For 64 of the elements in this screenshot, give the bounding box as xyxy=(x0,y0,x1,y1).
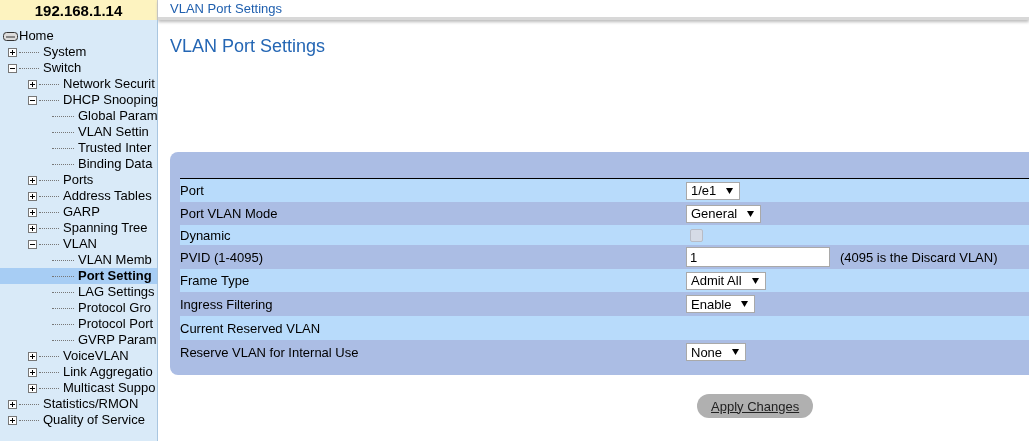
dropdown[interactable]: None xyxy=(686,343,747,361)
expand-icon[interactable] xyxy=(28,223,37,233)
expand-icon[interactable] xyxy=(8,47,17,57)
setting-label: Port VLAN Mode xyxy=(180,206,279,221)
caret-icon xyxy=(747,210,755,217)
field-note: (4095 is the Discard VLAN) xyxy=(840,249,998,265)
tree-item[interactable]: VLAN Settin xyxy=(0,124,157,140)
tree-item[interactable]: Statistics/RMON xyxy=(0,396,157,412)
setting-label: Reserve VLAN for Internal Use xyxy=(180,344,360,360)
tree-item[interactable]: VLAN Memb xyxy=(0,252,157,268)
apply-changes-button[interactable]: Apply Changes xyxy=(697,394,814,418)
dropdown[interactable]: General xyxy=(686,204,762,223)
caret-icon xyxy=(726,187,734,194)
setting-label: Port xyxy=(180,183,205,198)
dropdown[interactable]: Enable xyxy=(686,295,756,313)
tree-item[interactable]: Global Param xyxy=(0,108,157,124)
caret-icon xyxy=(732,349,740,355)
tree-item[interactable]: Multicast Suppo xyxy=(0,380,157,396)
expand-icon[interactable] xyxy=(8,399,17,409)
expand-icon[interactable] xyxy=(28,383,37,393)
breadcrumb: VLAN Port Settings xyxy=(158,0,1029,20)
tree-item[interactable]: Link Aggregatio xyxy=(0,364,157,380)
tree-item[interactable]: Quality of Service xyxy=(0,412,157,428)
tree-item[interactable]: System xyxy=(0,44,157,60)
tree-item[interactable]: GARP xyxy=(0,204,157,220)
dropdown[interactable]: Admit All xyxy=(686,271,766,290)
expand-icon[interactable] xyxy=(28,351,37,361)
tree-item[interactable]: GVRP Param xyxy=(0,332,157,348)
setting-label: Frame Type xyxy=(180,273,251,288)
tree-item[interactable]: Home xyxy=(0,28,157,44)
tree-item[interactable]: DHCP Snooping xyxy=(0,92,157,108)
tree-item[interactable]: VoiceVLAN xyxy=(0,348,157,364)
tree-item[interactable]: Port Setting xyxy=(0,268,157,284)
collapse-icon[interactable] xyxy=(28,95,37,105)
collapse-icon[interactable] xyxy=(28,239,37,249)
dropdown[interactable]: 1/e1 xyxy=(686,181,741,200)
expand-icon[interactable] xyxy=(8,415,17,425)
page-title: VLAN Port Settings xyxy=(170,36,327,57)
expand-icon[interactable] xyxy=(28,367,37,377)
tree-item[interactable]: Protocol Gro xyxy=(0,300,157,316)
expand-icon[interactable] xyxy=(28,207,37,217)
expand-icon[interactable] xyxy=(28,79,37,89)
expand-icon[interactable] xyxy=(28,191,37,201)
caret-icon xyxy=(741,301,749,307)
tree-item[interactable]: VLAN xyxy=(0,236,157,252)
tree-item[interactable]: Switch xyxy=(0,60,157,76)
drive-icon xyxy=(3,31,18,41)
setting-label: Ingress Filtering xyxy=(180,296,274,312)
tree-item[interactable]: Binding Data xyxy=(0,156,157,172)
setting-label: Current Reserved VLAN xyxy=(180,320,322,336)
expand-icon[interactable] xyxy=(28,175,37,185)
tree-item[interactable]: LAG Settings xyxy=(0,284,157,300)
tree-item[interactable]: Spanning Tree xyxy=(0,220,157,236)
tree-item[interactable]: Network Securit xyxy=(0,76,157,92)
setting-label: PVID (1-4095) xyxy=(180,249,265,265)
tree-item[interactable]: Trusted Inter xyxy=(0,140,157,156)
setting-label: Dynamic xyxy=(180,227,232,243)
tree-item[interactable]: Ports xyxy=(0,172,157,188)
tree-item[interactable]: Protocol Port xyxy=(0,316,157,332)
input-field[interactable]: 1 xyxy=(686,247,830,267)
device-address: 192.168.1.14 xyxy=(0,0,158,20)
collapse-icon[interactable] xyxy=(8,63,17,73)
caret-icon xyxy=(751,277,759,284)
tree-item[interactable]: Address Tables xyxy=(0,188,157,204)
